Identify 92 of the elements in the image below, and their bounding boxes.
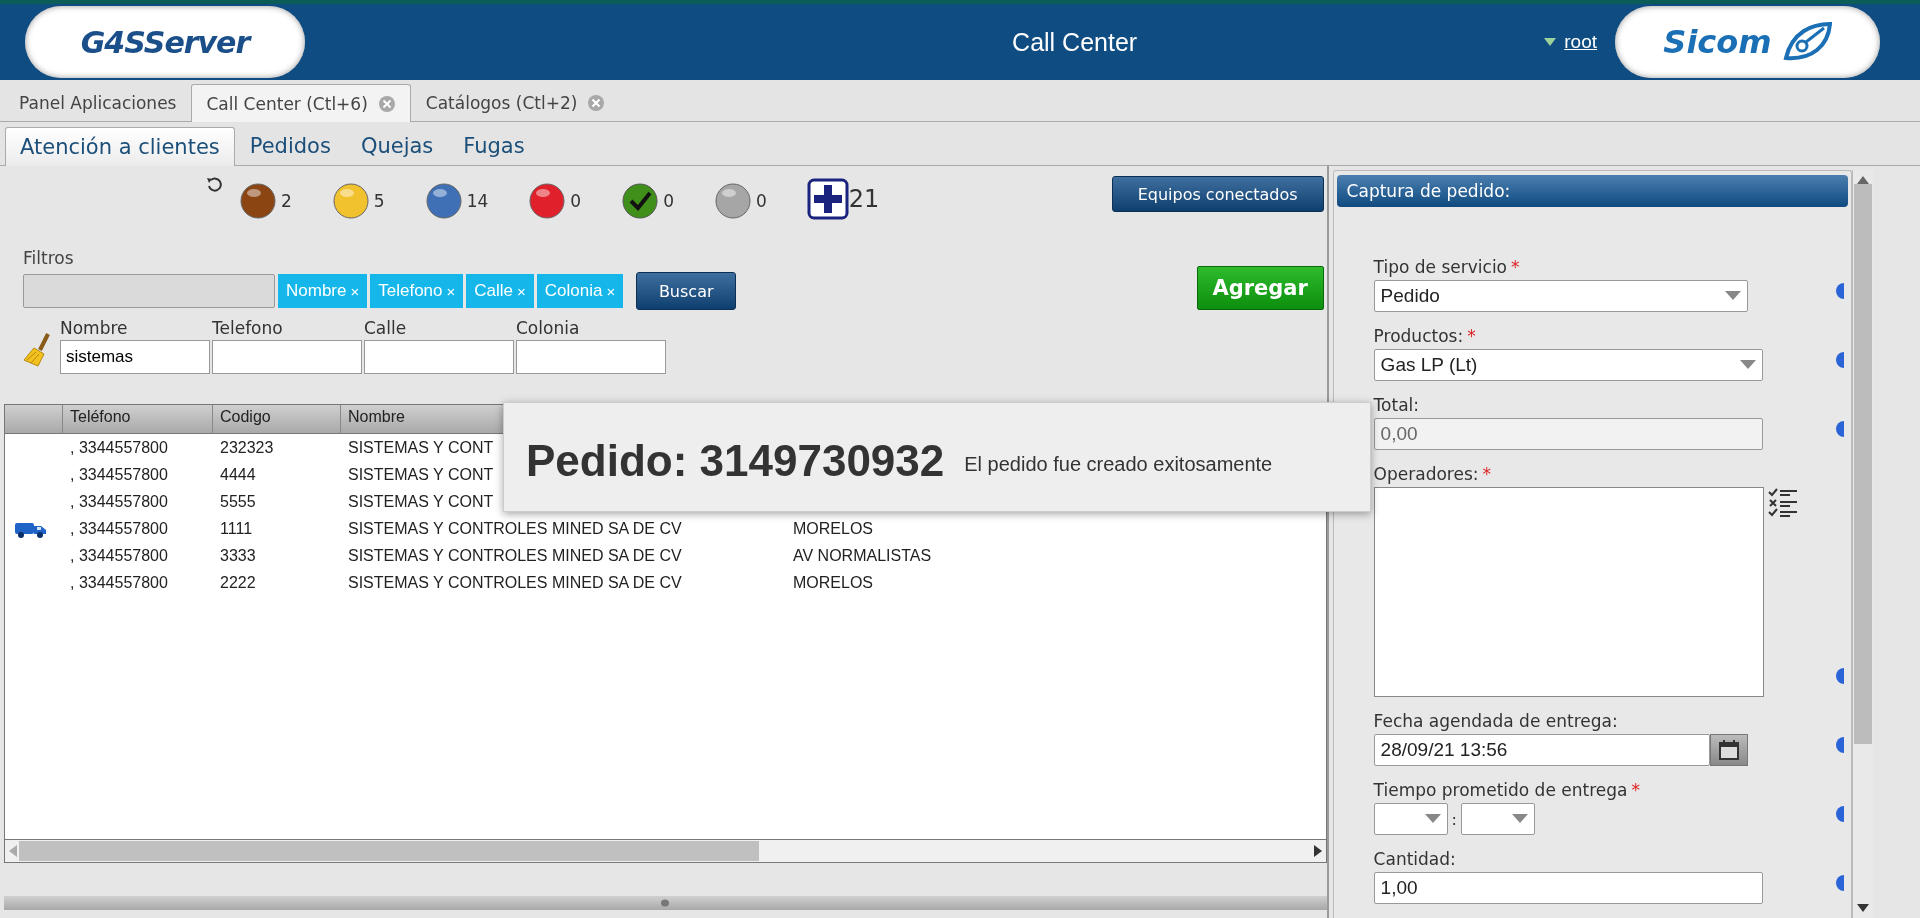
dropdown-caret-icon[interactable] bbox=[1424, 814, 1441, 824]
checklist-icon[interactable] bbox=[1767, 487, 1798, 517]
dropdown-caret-icon[interactable] bbox=[1724, 291, 1741, 301]
table-cell-text: AV NORMALISTAS bbox=[792, 546, 933, 566]
table-cell-text: 1111 bbox=[219, 519, 254, 539]
field-label: Fecha agendada de entrega: bbox=[1373, 711, 1618, 731]
field-label: Tiempo prometido de entrega bbox=[1373, 780, 1628, 800]
table-cell-text: 5555 bbox=[219, 492, 257, 512]
date-field[interactable]: 28/09/21 13:56 bbox=[1373, 734, 1710, 766]
status-count: 0 bbox=[755, 191, 767, 211]
table-cell-text: SISTEMAS Y CONTROLES MINED SA DE CV bbox=[347, 519, 683, 539]
required-mark: * bbox=[1631, 780, 1640, 800]
text-field[interactable]: 1,00 bbox=[1373, 872, 1763, 904]
connected-devices-button[interactable]: Equipos conectados bbox=[1111, 176, 1324, 212]
calendar-button[interactable] bbox=[1709, 734, 1748, 766]
logo: G4SServer bbox=[25, 6, 305, 78]
section-tab[interactable]: Quejas bbox=[345, 126, 449, 165]
splitter-handle-icon[interactable] bbox=[660, 899, 671, 907]
field-label: Calle bbox=[364, 318, 408, 338]
scroll-right-icon[interactable] bbox=[1311, 845, 1322, 857]
close-icon[interactable] bbox=[587, 94, 606, 112]
dropdown[interactable]: Pedido bbox=[1373, 280, 1748, 312]
success-message: El pedido fue creado exitosamente bbox=[964, 452, 1273, 476]
filters-label: Filtros bbox=[23, 248, 75, 268]
search-button[interactable]: Buscar bbox=[636, 272, 737, 310]
field-label: Productos: bbox=[1373, 326, 1464, 346]
hour-dropdown[interactable] bbox=[1373, 803, 1448, 835]
status-count: 14 bbox=[466, 191, 489, 211]
scrollbar-thumb[interactable] bbox=[19, 841, 759, 861]
status-count: 0 bbox=[663, 191, 674, 211]
field-label: Operadores: bbox=[1373, 464, 1479, 484]
search-field[interactable] bbox=[364, 340, 514, 374]
column-header[interactable]: Codigo bbox=[213, 405, 341, 433]
logo: Sicom bbox=[1663, 23, 1772, 61]
table-cell-text: SISTEMAS Y CONTROLES MINED SA DE CV bbox=[347, 573, 683, 593]
app-tab[interactable]: Panel Aplicaciones bbox=[4, 84, 192, 121]
table-cell-text: , 3344557800 bbox=[69, 492, 169, 512]
field-label: Total: bbox=[1373, 395, 1420, 415]
field-label: Tipo de servicio bbox=[1373, 257, 1507, 277]
table-cell-text: , 3344557800 bbox=[69, 519, 169, 539]
minute-dropdown[interactable] bbox=[1461, 803, 1535, 835]
table-cell-text: SISTEMAS Y CONT bbox=[347, 438, 495, 458]
field-label: Cantidad: bbox=[1373, 849, 1456, 869]
filter-input[interactable] bbox=[23, 274, 275, 308]
scrollbar-thumb[interactable] bbox=[1853, 184, 1872, 744]
field-label: Nombre bbox=[60, 318, 129, 338]
scroll-down-icon[interactable] bbox=[1856, 904, 1869, 912]
table-cell-text: , 3344557800 bbox=[69, 438, 169, 458]
dropdown-caret-icon[interactable] bbox=[1739, 360, 1756, 370]
panel-title: Captura de pedido: bbox=[1336, 175, 1848, 207]
table-cell-text: SISTEMAS Y CONT bbox=[347, 465, 495, 485]
user-link[interactable]: root bbox=[1564, 31, 1597, 53]
table-cell-text: 3333 bbox=[219, 546, 257, 566]
app-tab[interactable]: Catálogos (Ctl+2) bbox=[410, 84, 621, 121]
table-cell-text: SISTEMAS Y CONTROLES MINED SA DE CV bbox=[347, 546, 683, 566]
plus-icon[interactable] bbox=[806, 178, 849, 220]
search-field[interactable] bbox=[212, 340, 362, 374]
table-cell-text: 4444 bbox=[219, 465, 257, 485]
status-count: 5 bbox=[373, 191, 385, 211]
table-cell-text: MORELOS bbox=[792, 573, 874, 593]
dropdown-caret-icon[interactable] bbox=[1512, 814, 1528, 824]
required-mark: * bbox=[1511, 257, 1520, 277]
app-tab[interactable]: Call Center (Ctl+6) bbox=[191, 84, 411, 122]
section-tab[interactable]: Atención a clientes bbox=[5, 127, 235, 166]
search-field[interactable]: sistemas bbox=[60, 340, 210, 374]
table-cell-text: , 3344557800 bbox=[69, 465, 169, 485]
time-separator: : bbox=[1451, 809, 1457, 829]
caret-icon bbox=[1544, 38, 1557, 46]
search-field[interactable] bbox=[516, 340, 666, 374]
table-cell-text: , 3344557800 bbox=[69, 573, 169, 593]
close-icon[interactable] bbox=[377, 94, 396, 113]
leaf-icon bbox=[1781, 22, 1832, 62]
table-cell-text: MORELOS bbox=[792, 519, 874, 539]
table-cell-text: , 3344557800 bbox=[69, 546, 169, 566]
column-header[interactable]: Teléfono bbox=[63, 405, 213, 433]
required-mark: * bbox=[1482, 464, 1491, 484]
order-number: Pedido: 3149730932 bbox=[526, 436, 945, 486]
section-tab[interactable]: Pedidos bbox=[234, 126, 346, 165]
window-title: Call Center bbox=[1011, 27, 1139, 57]
status-count: 0 bbox=[570, 191, 582, 211]
status-count: 21 bbox=[848, 185, 880, 213]
field-label: Telefono bbox=[212, 318, 284, 338]
status-count: 2 bbox=[281, 191, 292, 211]
required-mark: * bbox=[1467, 326, 1476, 346]
refresh-icon[interactable] bbox=[205, 176, 223, 194]
table-cell-text: 2222 bbox=[219, 573, 257, 593]
dropdown[interactable]: Gas LP (Lt) bbox=[1373, 349, 1763, 381]
section-tab[interactable]: Fugas bbox=[448, 126, 540, 165]
field-label: Colonia bbox=[516, 318, 581, 338]
calendar-icon bbox=[1717, 739, 1740, 761]
table-cell-text: SISTEMAS Y CONT bbox=[347, 492, 495, 512]
table-cell-text: 232323 bbox=[219, 438, 275, 458]
